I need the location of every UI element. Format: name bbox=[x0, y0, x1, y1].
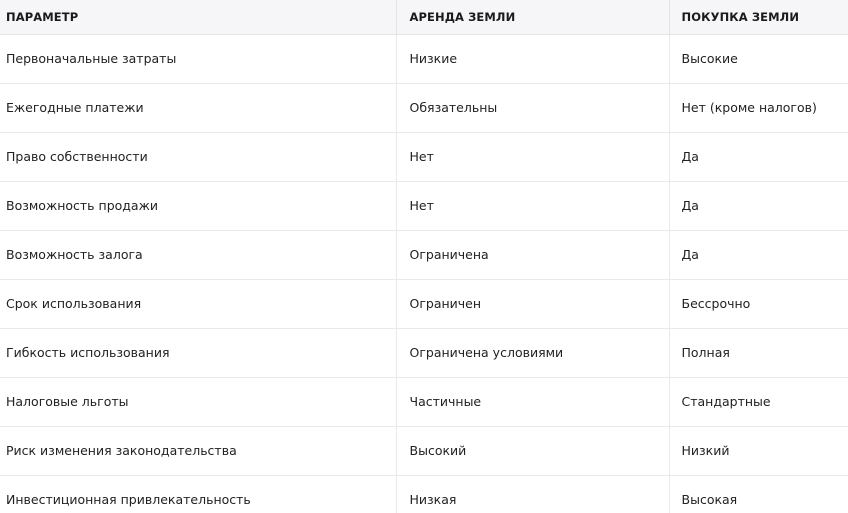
cell-lease: Ограничена условиями bbox=[395, 328, 669, 378]
cell-lease: Ограничен bbox=[395, 279, 669, 329]
cell-purchase: Полная bbox=[668, 328, 848, 378]
cell-lease: Частичные bbox=[395, 377, 669, 427]
cell-purchase: Низкий bbox=[668, 426, 848, 476]
cell-purchase: Да bbox=[668, 230, 848, 280]
cell-parameter: Риск изменения законодательства bbox=[0, 426, 396, 476]
table-row: Риск изменения законодательства Высокий … bbox=[0, 426, 848, 476]
cell-purchase: Да bbox=[668, 132, 848, 182]
cell-parameter: Ежегодные платежи bbox=[0, 83, 396, 133]
cell-parameter: Гибкость использования bbox=[0, 328, 396, 378]
table-row: Ежегодные платежи Обязательны Нет (кроме… bbox=[0, 83, 848, 133]
cell-lease: Нет bbox=[395, 132, 669, 182]
cell-lease: Нет bbox=[395, 181, 669, 231]
header-land-purchase: ПОКУПКА ЗЕМЛИ bbox=[668, 0, 848, 35]
cell-parameter: Инвестиционная привлекательность bbox=[0, 475, 396, 513]
table-header: ПАРАМЕТР АРЕНДА ЗЕМЛИ ПОКУПКА ЗЕМЛИ bbox=[0, 0, 848, 35]
table-body: Первоначальные затраты Низкие Высокие Еж… bbox=[0, 34, 848, 513]
cell-purchase: Высокая bbox=[668, 475, 848, 513]
cell-parameter: Срок использования bbox=[0, 279, 396, 329]
table-row: Инвестиционная привлекательность Низкая … bbox=[0, 475, 848, 513]
cell-purchase: Нет (кроме налогов) bbox=[668, 83, 848, 133]
comparison-table: ПАРАМЕТР АРЕНДА ЗЕМЛИ ПОКУПКА ЗЕМЛИ Перв… bbox=[0, 0, 848, 513]
table-row: Возможность продажи Нет Да bbox=[0, 181, 848, 231]
cell-parameter: Возможность продажи bbox=[0, 181, 396, 231]
cell-parameter: Возможность залога bbox=[0, 230, 396, 280]
cell-lease: Низкая bbox=[395, 475, 669, 513]
header-row: ПАРАМЕТР АРЕНДА ЗЕМЛИ ПОКУПКА ЗЕМЛИ bbox=[0, 0, 848, 35]
table-row: Срок использования Ограничен Бессрочно bbox=[0, 279, 848, 329]
cell-purchase: Бессрочно bbox=[668, 279, 848, 329]
table-row: Право собственности Нет Да bbox=[0, 132, 848, 182]
table-row: Возможность залога Ограничена Да bbox=[0, 230, 848, 280]
cell-purchase: Высокие bbox=[668, 34, 848, 84]
cell-lease: Ограничена bbox=[395, 230, 669, 280]
cell-parameter: Право собственности bbox=[0, 132, 396, 182]
cell-parameter: Первоначальные затраты bbox=[0, 34, 396, 84]
header-parameter: ПАРАМЕТР bbox=[0, 0, 396, 35]
cell-lease: Низкие bbox=[395, 34, 669, 84]
cell-purchase: Стандартные bbox=[668, 377, 848, 427]
table-row: Гибкость использования Ограничена услови… bbox=[0, 328, 848, 378]
cell-parameter: Налоговые льготы bbox=[0, 377, 396, 427]
cell-purchase: Да bbox=[668, 181, 848, 231]
cell-lease: Высокий bbox=[395, 426, 669, 476]
table-row: Налоговые льготы Частичные Стандартные bbox=[0, 377, 848, 427]
table-row: Первоначальные затраты Низкие Высокие bbox=[0, 34, 848, 84]
cell-lease: Обязательны bbox=[395, 83, 669, 133]
header-land-lease: АРЕНДА ЗЕМЛИ bbox=[395, 0, 669, 35]
